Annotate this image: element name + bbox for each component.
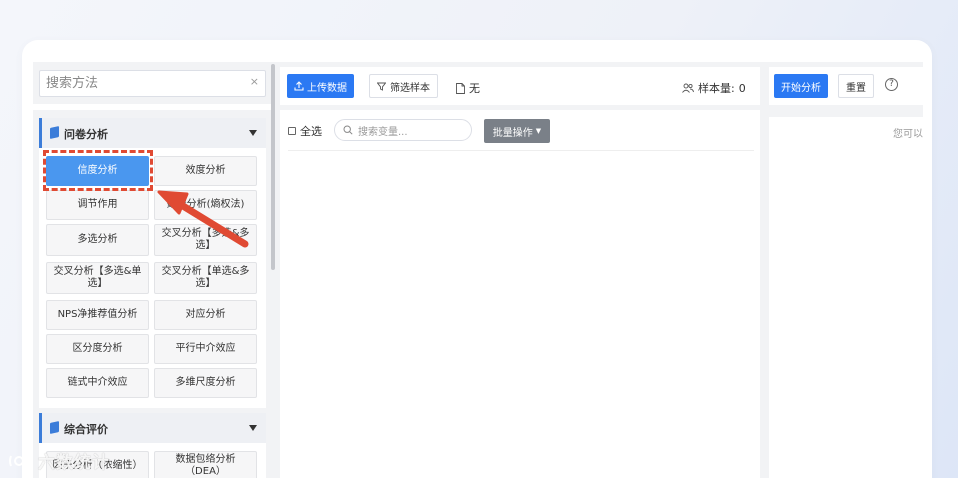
help-icon[interactable]: ?	[885, 78, 898, 91]
users-icon	[682, 83, 694, 93]
watermark: 六数统计	[8, 448, 110, 473]
variable-panel: 全选 搜索变量... 批量操作 ▼	[280, 110, 760, 478]
method-discrimination[interactable]: 区分度分析	[46, 334, 149, 364]
file-icon	[456, 82, 465, 94]
data-toolbar: 上传数据 筛选样本 无 样本量: 0	[280, 67, 760, 105]
method-correspondence[interactable]: 对应分析	[154, 300, 257, 330]
bookmark-icon	[50, 126, 59, 139]
method-cross-multi-multi[interactable]: 交叉分析【多选&多选】	[154, 224, 257, 256]
select-all-checkbox[interactable]: 全选	[288, 123, 322, 139]
start-analysis-button[interactable]: 开始分析	[774, 74, 828, 98]
scrollbar[interactable]	[271, 64, 275, 270]
checkbox-icon[interactable]	[288, 127, 296, 135]
sample-count: 样本量: 0	[682, 80, 746, 96]
analysis-toolbar: 开始分析 重置 ?	[769, 67, 923, 105]
logo-icon	[9, 455, 33, 466]
caret-down-icon: ▼	[535, 127, 542, 135]
group-title: 综合评价	[64, 423, 108, 436]
result-panel: 您可以	[769, 117, 923, 478]
divider	[33, 104, 273, 110]
upload-button[interactable]: 上传数据	[287, 74, 354, 98]
variable-search-input[interactable]: 搜索变量...	[334, 119, 472, 141]
method-search-input[interactable]: 搜索方法 ×	[39, 70, 266, 97]
method-dea[interactable]: 数据包络分析（DEA）	[154, 451, 257, 478]
caret-down-icon[interactable]	[249, 130, 257, 136]
method-chain-mediation[interactable]: 链式中介效应	[46, 368, 149, 398]
method-mds[interactable]: 多维尺度分析	[154, 368, 257, 398]
method-cross-multi-single[interactable]: 交叉分析【多选&单选】	[46, 262, 149, 294]
analysis-app: 搜索方法 × 问卷分析 信度分析 效度分析 调节作用 数据分析(熵权法) 多选分…	[33, 62, 923, 478]
search-icon	[343, 125, 353, 135]
upload-icon	[294, 81, 304, 91]
file-indicator: 无	[456, 80, 480, 96]
method-entropy[interactable]: 数据分析(熵权法)	[154, 190, 257, 220]
clear-icon[interactable]: ×	[250, 74, 259, 90]
filter-sample-button[interactable]: 筛选样本	[369, 74, 438, 98]
method-moderation[interactable]: 调节作用	[46, 190, 149, 220]
group-header-questionnaire[interactable]: 问卷分析	[39, 118, 266, 148]
method-panel: 搜索方法 × 问卷分析 信度分析 效度分析 调节作用 数据分析(熵权法) 多选分…	[33, 62, 273, 478]
method-nps[interactable]: NPS净推荐值分析	[46, 300, 149, 330]
method-cross-single-multi[interactable]: 交叉分析【单选&多选】	[154, 262, 257, 294]
group-title: 问卷分析	[64, 128, 108, 141]
method-validity[interactable]: 效度分析	[154, 156, 257, 186]
group-header-evaluation[interactable]: 综合评价	[39, 413, 266, 443]
batch-operation-button[interactable]: 批量操作 ▼	[484, 119, 550, 143]
method-multi-choice[interactable]: 多选分析	[46, 224, 149, 256]
group-questionnaire: 问卷分析 信度分析 效度分析 调节作用 数据分析(熵权法) 多选分析 交叉分析【…	[39, 118, 266, 408]
method-parallel-mediation[interactable]: 平行中介效应	[154, 334, 257, 364]
variable-list	[288, 150, 754, 478]
filter-icon	[377, 82, 386, 91]
bookmark-icon	[50, 421, 59, 434]
caret-down-icon[interactable]	[249, 425, 257, 431]
method-reliability[interactable]: 信度分析	[46, 156, 149, 186]
reset-button[interactable]: 重置	[838, 74, 874, 98]
result-hint: 您可以	[893, 129, 923, 140]
